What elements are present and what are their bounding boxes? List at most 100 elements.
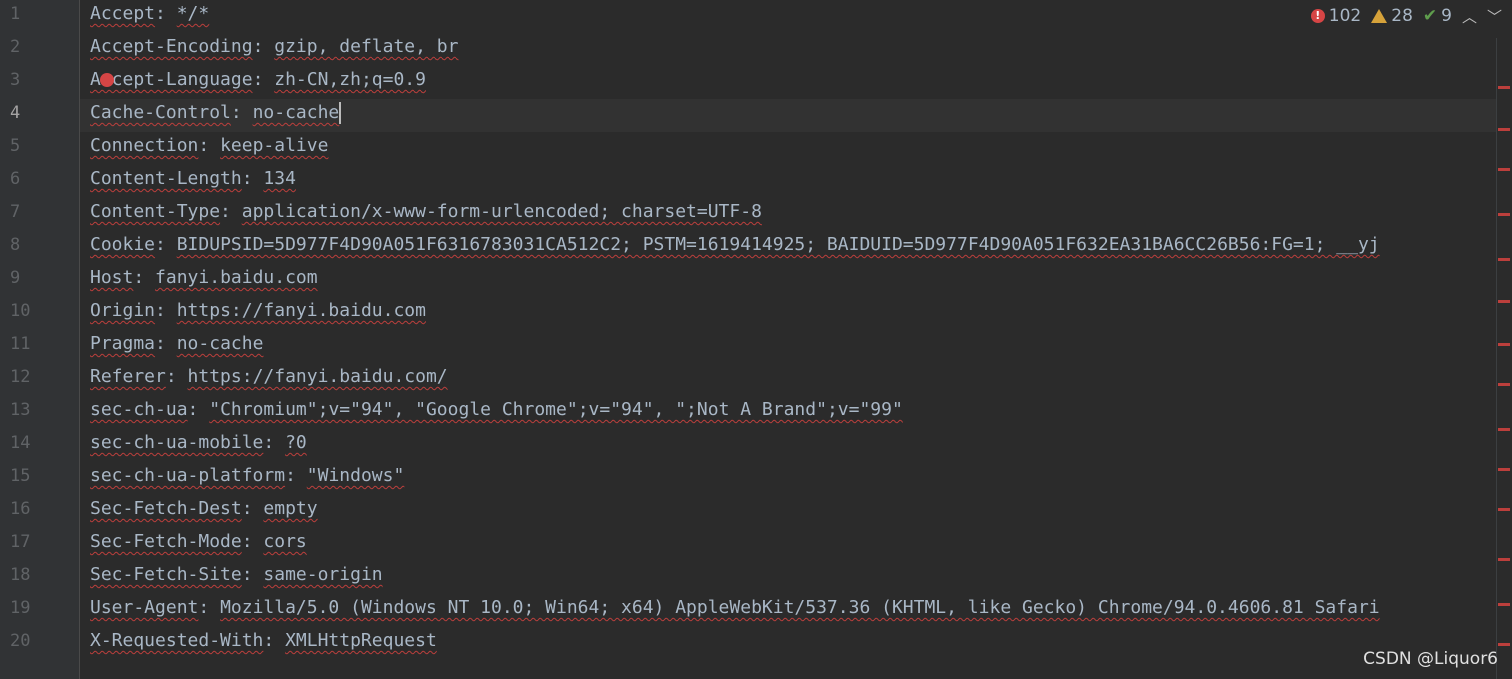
error-stripe-marker[interactable] [1498,643,1510,646]
header-name: User-Agent [90,597,199,618]
error-stripe-marker[interactable] [1498,428,1510,431]
header-name: Content-Length [90,168,242,189]
header-text: Content-Type: application/x-www-form-url… [90,198,762,226]
line-number: 16 [10,499,31,519]
code-line[interactable]: Content-Type: application/x-www-form-url… [80,198,1497,231]
header-value: 134 [263,168,296,189]
header-text: sec-ch-ua: "Chromium";v="94", "Google Ch… [90,396,903,424]
line-number: 1 [10,4,21,24]
code-line[interactable]: Accept-Language: zh-CN,zh;q=0.9 [80,66,1497,99]
header-text: Accept-Encoding: gzip, deflate, br [90,33,458,61]
code-line[interactable]: Sec-Fetch-Dest: empty [80,495,1497,528]
header-name: Cookie [90,234,156,255]
header-value: empty [263,498,318,519]
vertical-scrollbar[interactable] [1496,38,1512,679]
warning-count[interactable]: 28 [1371,6,1413,26]
line-number: 15 [10,466,31,486]
header-separator: : [133,267,156,288]
chevron-down-icon[interactable]: ﹀ [1487,6,1502,27]
weak-warning-count[interactable]: ✔ 9 [1423,6,1452,26]
warning-icon [1371,9,1388,23]
code-line[interactable]: Accept: */* [80,0,1497,33]
header-separator: : [155,234,177,255]
error-stripe-marker[interactable] [1498,558,1510,561]
code-line[interactable]: Sec-Fetch-Mode: cors [80,528,1497,561]
error-stripe-marker[interactable] [1498,168,1510,171]
header-value: zh-CN,zh;q=0.9 [274,69,426,90]
code-line[interactable]: sec-ch-ua: "Chromium";v="94", "Google Ch… [80,396,1497,429]
text-cursor [339,102,342,124]
header-separator: : [198,135,221,156]
error-stripe-marker[interactable] [1498,300,1510,303]
header-value: Mozilla/5.0 (Windows NT 10.0; Win64; x64… [220,597,1380,618]
header-name: Sec-Fetch-Dest [90,498,242,519]
header-separator: : [252,36,275,57]
line-number: 2 [10,37,21,57]
header-value: ?0 [285,432,307,453]
line-number: 8 [10,235,21,255]
error-stripe-marker[interactable] [1498,128,1510,131]
header-value: "Chromium";v="94", "Google Chrome";v="94… [209,399,903,420]
line-number-gutter[interactable]: 1 2 3 4 5 6 7 8 9 10 11 12 13 14 15 16 17 18 19 20 [0,0,80,679]
header-separator: : [241,168,264,189]
header-text: Sec-Fetch-Dest: empty [90,495,318,523]
code-line[interactable]: Content-Length: 134 [80,165,1497,198]
code-line[interactable]: Sec-Fetch-Site: same-origin [80,561,1497,594]
line-number: 6 [10,169,21,189]
header-value: no-cache [176,333,264,354]
code-line[interactable]: Pragma: no-cache [80,330,1497,363]
code-line[interactable]: sec-ch-ua-mobile: ?0 [80,429,1497,462]
header-separator: : [155,3,177,24]
header-value: BIDUPSID=5D977F4D90A051F6316783031CA512C… [176,234,1380,255]
error-stripe-marker[interactable] [1498,258,1510,261]
header-name: Accept [90,3,156,24]
code-line[interactable]: Referer: https://fanyi.baidu.com/ [80,363,1497,396]
error-stripe-marker[interactable] [1498,603,1510,606]
error-stripe-marker[interactable] [1498,468,1510,471]
header-text: Accept: */* [90,0,209,28]
header-separator: : [165,366,188,387]
code-line[interactable]: sec-ch-ua-platform: "Windows" [80,462,1497,495]
code-line[interactable]: Accept-Encoding: gzip, deflate, br [80,33,1497,66]
header-name: Host [90,267,134,288]
chevron-up-icon[interactable]: ︿ [1462,6,1477,27]
code-line[interactable]: Origin: https://fanyi.baidu.com [80,297,1497,330]
header-text: sec-ch-ua-platform: "Windows" [90,462,404,490]
line-number: 11 [10,334,31,354]
header-name: X-Requested-With [90,630,264,651]
error-icon: ! [1310,9,1325,23]
header-name: Sec-Fetch-Site [90,564,242,585]
line-number: 12 [10,367,31,387]
error-stripe-marker[interactable] [1498,343,1510,346]
error-count[interactable]: ! 102 [1310,6,1362,26]
line-number: 10 [10,301,31,321]
header-value: keep-alive [220,135,329,156]
header-name: Pragma [90,333,156,354]
code-line[interactable]: User-Agent: Mozilla/5.0 (Windows NT 10.0… [80,594,1497,627]
code-editor[interactable]: Accept: */* Accept-Encoding: gzip, deflat… [80,0,1497,679]
header-text: Sec-Fetch-Site: same-origin [90,561,383,589]
code-line[interactable]: Host: fanyi.baidu.com [80,264,1497,297]
error-stripe-marker[interactable] [1498,86,1510,89]
header-separator: : [241,498,264,519]
header-value: https://fanyi.baidu.com [176,300,426,321]
line-number: 18 [10,565,31,585]
header-name: Content-Type [90,201,221,222]
error-stripe-marker[interactable] [1498,383,1510,386]
header-value: no-cache [252,102,340,123]
breakpoint-icon[interactable] [100,73,114,87]
line-number: 14 [10,433,31,453]
error-stripe-marker[interactable] [1498,213,1510,216]
error-count-label: 102 [1328,6,1362,26]
header-separator: : [241,564,264,585]
code-line[interactable]: Cookie: BIDUPSID=5D977F4D90A051F63167830… [80,231,1497,264]
header-name: Sec-Fetch-Mode [90,531,242,552]
warning-count-label: 28 [1391,6,1413,26]
header-text: Accept-Language: zh-CN,zh;q=0.9 [90,66,426,94]
code-line[interactable]: X-Requested-With: XMLHttpRequest [80,627,1497,660]
error-stripe-marker[interactable] [1498,508,1510,511]
code-line[interactable]: Connection: keep-alive [80,132,1497,165]
code-line[interactable]: Cache-Control: no-cache [80,99,1497,132]
inspection-widget[interactable]: ! 102 28 ✔ 9 ︿ ﹀ [1304,4,1502,28]
line-number: 3 [10,70,21,90]
